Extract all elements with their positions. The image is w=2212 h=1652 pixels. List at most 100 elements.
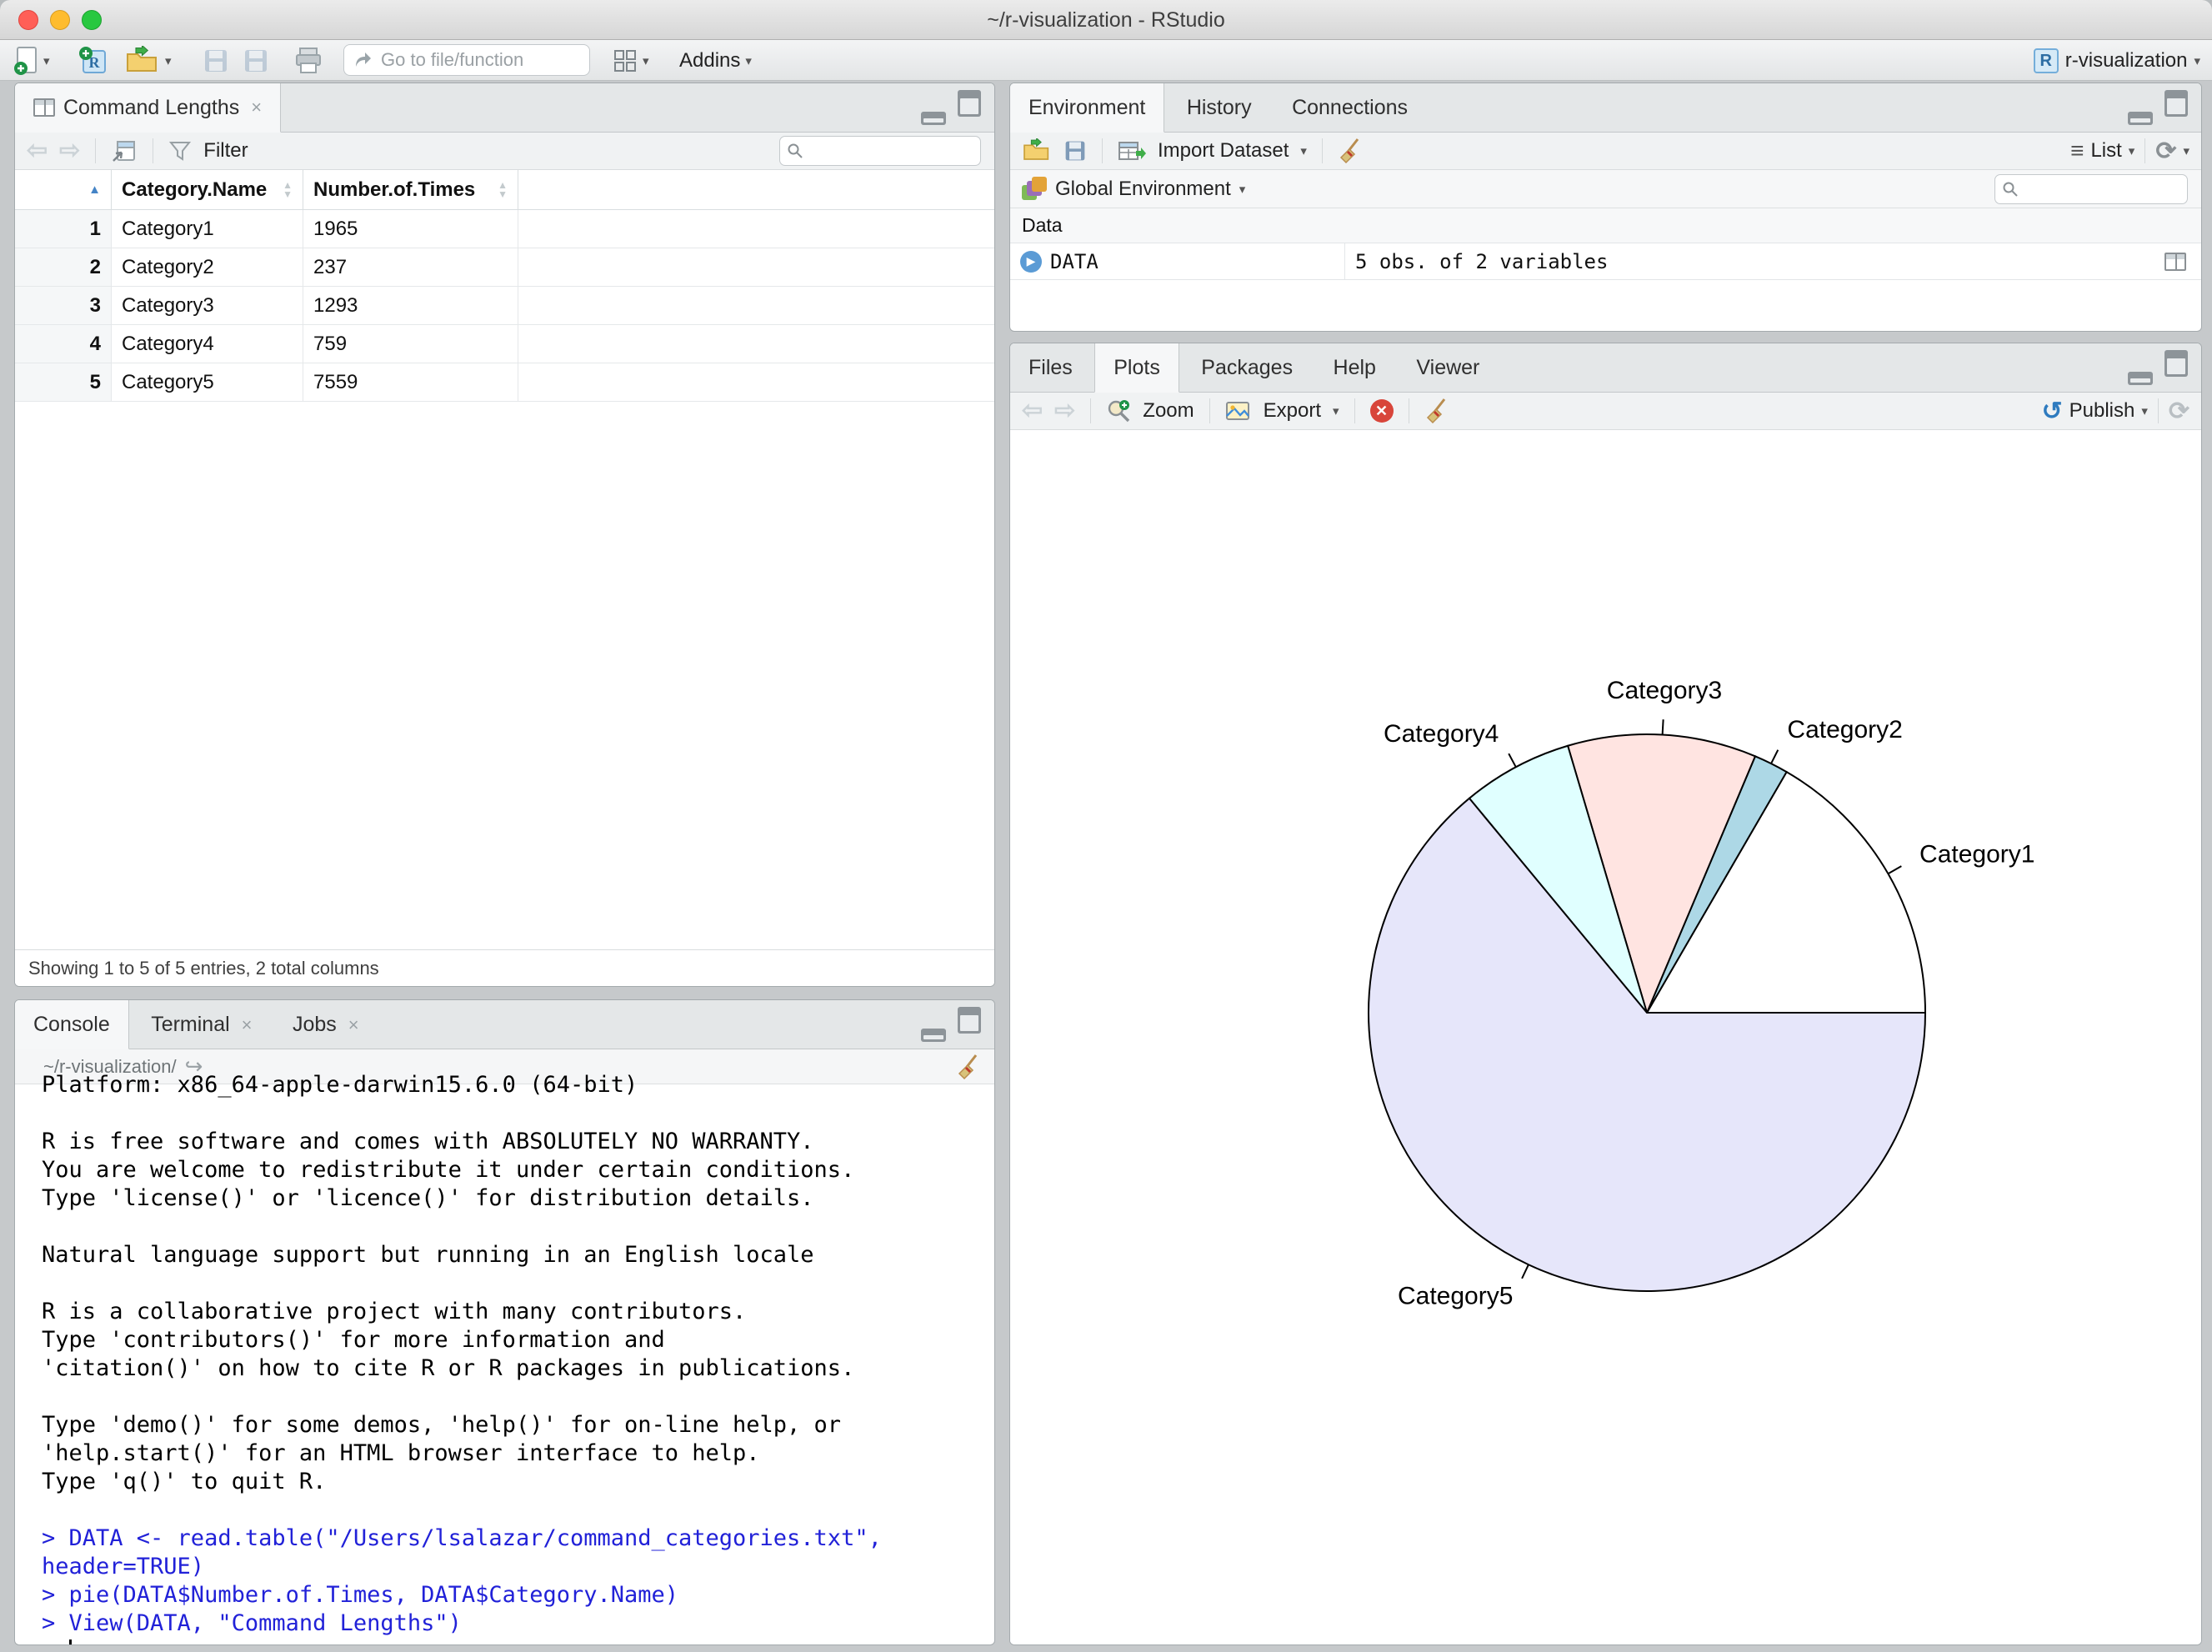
console-output-line: Natural language support but running in … — [42, 1242, 814, 1268]
table-cell: 1965 — [303, 210, 518, 248]
tab-viewer[interactable]: Viewer — [1398, 343, 1498, 393]
maximize-pane-icon[interactable] — [2164, 350, 2188, 377]
table-row[interactable]: 4 Category4 759 — [15, 325, 994, 363]
chevron-down-icon: ▾ — [745, 53, 752, 68]
goto-file-input[interactable] — [379, 48, 571, 72]
expand-object-icon[interactable]: ▶ — [1020, 250, 1042, 273]
addins-menu[interactable]: Addins ▾ — [679, 40, 752, 81]
next-plot-icon[interactable]: ⇨ — [1054, 398, 1075, 423]
console-output[interactable]: Platform: x86_64-apple-darwin15.6.0 (64-… — [15, 1071, 994, 1644]
back-icon[interactable]: ⇦ — [27, 138, 48, 163]
environment-object-row[interactable]: ▶ DATA 5 obs. of 2 variables — [1010, 243, 2201, 280]
sort-arrows-icon: ▲ ▼ — [498, 178, 508, 200]
console-output-line: Type 'demo()' for some demos, 'help()' f… — [42, 1412, 842, 1438]
table-cell: 1 — [15, 210, 112, 248]
global-environment-selector[interactable]: Global Environment — [1055, 178, 1231, 201]
import-dataset-icon — [1118, 139, 1146, 163]
tab-help[interactable]: Help — [1315, 343, 1394, 393]
refresh-plot-icon[interactable]: ⟳ — [2169, 397, 2189, 426]
tab-command-lengths[interactable]: Command Lengths × — [15, 83, 282, 133]
import-dataset-button[interactable]: Import Dataset — [1158, 139, 1289, 163]
environment-search-input[interactable] — [2024, 178, 2165, 199]
close-icon[interactable]: × — [348, 1014, 359, 1036]
row-number-header[interactable]: ▲ — [15, 170, 112, 209]
pie-label-tick — [1661, 719, 1664, 735]
print-button[interactable] — [293, 40, 323, 81]
object-name: DATA — [1050, 249, 1098, 273]
maximize-pane-icon[interactable] — [958, 90, 981, 117]
view-data-frame-icon[interactable] — [2164, 252, 2186, 271]
plots-toolbar: ⇦ ⇨ Zoom Export ▾ ✕ ↺ Publish ▾ ⟳ — [1010, 393, 2201, 430]
titlebar: ~/r-visualization - RStudio — [0, 0, 2212, 40]
maximize-pane-icon[interactable] — [2164, 90, 2188, 117]
clear-environment-broom-icon[interactable] — [1338, 138, 1363, 164]
close-icon[interactable]: × — [242, 1014, 253, 1036]
tab-jobs[interactable]: Jobs × — [274, 1000, 378, 1049]
table-row[interactable]: 2 Category2 237 — [15, 248, 994, 287]
table-cell: 237 — [303, 248, 518, 286]
previous-plot-icon[interactable]: ⇦ — [1022, 398, 1043, 423]
new-project-icon: R — [77, 44, 110, 78]
goto-file-box — [343, 44, 590, 76]
save-all-button[interactable] — [243, 40, 269, 81]
clear-console-broom-icon[interactable] — [956, 1054, 981, 1080]
project-menu[interactable]: R r-visualization ▾ — [2033, 40, 2200, 81]
tab-terminal[interactable]: Terminal × — [133, 1000, 270, 1049]
open-file-button[interactable]: ▾ — [125, 40, 172, 81]
console-output-line: R is free software and comes with ABSOLU… — [42, 1129, 814, 1154]
filter-button[interactable]: Filter — [203, 139, 248, 163]
list-view-button[interactable]: List — [2090, 139, 2121, 163]
minimize-pane-icon[interactable] — [921, 1029, 946, 1042]
table-row[interactable]: 3 Category3 1293 — [15, 287, 994, 325]
clear-plots-broom-icon[interactable] — [1424, 398, 1449, 424]
pie-label: Category1 — [1919, 841, 2034, 869]
column-header-number-of-times[interactable]: Number.of.Times ▲ ▼ — [303, 170, 518, 209]
table-row[interactable]: 1 Category1 1965 — [15, 210, 994, 248]
console-output-line: Type 'q()' to quit R. — [42, 1469, 327, 1494]
new-project-button[interactable]: R — [77, 40, 110, 81]
pie-label: Category5 — [1398, 1282, 1513, 1309]
save-button[interactable] — [203, 40, 229, 81]
column-header-category-name[interactable]: Category.Name ▲ ▼ — [112, 170, 303, 209]
publish-button[interactable]: Publish — [2069, 399, 2135, 423]
console-pane: Console Terminal × Jobs × ~/r-visualizatio… — [14, 999, 995, 1645]
table-body: 1 Category1 1965 2 Category2 237 3 Category3 129… — [15, 210, 994, 402]
table-cell: 7559 — [303, 363, 518, 401]
table-search-input[interactable] — [808, 140, 950, 162]
tab-environment[interactable]: Environment — [1010, 83, 1165, 133]
global-environment-icon — [1022, 176, 1047, 202]
close-icon[interactable]: × — [251, 97, 262, 118]
tab-packages[interactable]: Packages — [1183, 343, 1311, 393]
forward-icon[interactable]: ⇨ — [59, 138, 80, 163]
publish-icon: ↺ — [2041, 397, 2063, 425]
tab-files[interactable]: Files — [1010, 343, 1091, 393]
popout-window-icon[interactable] — [111, 138, 138, 163]
export-plot-button[interactable]: Export — [1264, 399, 1321, 423]
panes-layout-button[interactable]: ▾ — [613, 40, 649, 81]
console-output-line: 'citation()' on how to cite R or R packa… — [42, 1355, 855, 1381]
new-file-button[interactable]: ▾ — [13, 40, 50, 81]
search-icon — [2002, 181, 2019, 198]
table-row[interactable]: 5 Category5 7559 — [15, 363, 994, 402]
tab-console[interactable]: Console — [15, 1000, 129, 1049]
load-workspace-folder-icon[interactable] — [1022, 138, 1052, 163]
zoom-plot-button[interactable]: Zoom — [1143, 399, 1194, 423]
data-frame-icon — [33, 98, 55, 117]
save-icon — [203, 48, 229, 74]
tab-plots[interactable]: Plots — [1094, 343, 1179, 393]
save-workspace-icon[interactable] — [1063, 139, 1087, 163]
maximize-pane-icon[interactable] — [958, 1007, 981, 1034]
window-title: ~/r-visualization - RStudio — [987, 8, 1225, 32]
chevron-down-icon: ▾ — [1300, 144, 1307, 158]
table-header-row: ▲ Category.Name ▲ ▼ Number.of.Times ▲ ▼ — [15, 170, 994, 210]
refresh-icon[interactable]: ⟳ — [2155, 137, 2176, 166]
chevron-down-icon: ▾ — [2128, 144, 2135, 158]
remove-plot-icon[interactable]: ✕ — [1369, 399, 1394, 423]
minimize-pane-icon[interactable] — [2128, 112, 2153, 125]
environment-pane: Environment History Connections Import D… — [1009, 83, 2202, 332]
minimize-pane-icon[interactable] — [2128, 372, 2153, 385]
tab-connections[interactable]: Connections — [1274, 83, 1426, 133]
minimize-pane-icon[interactable] — [921, 112, 946, 125]
tab-history[interactable]: History — [1169, 83, 1270, 133]
table-cell: 2 — [15, 248, 112, 286]
